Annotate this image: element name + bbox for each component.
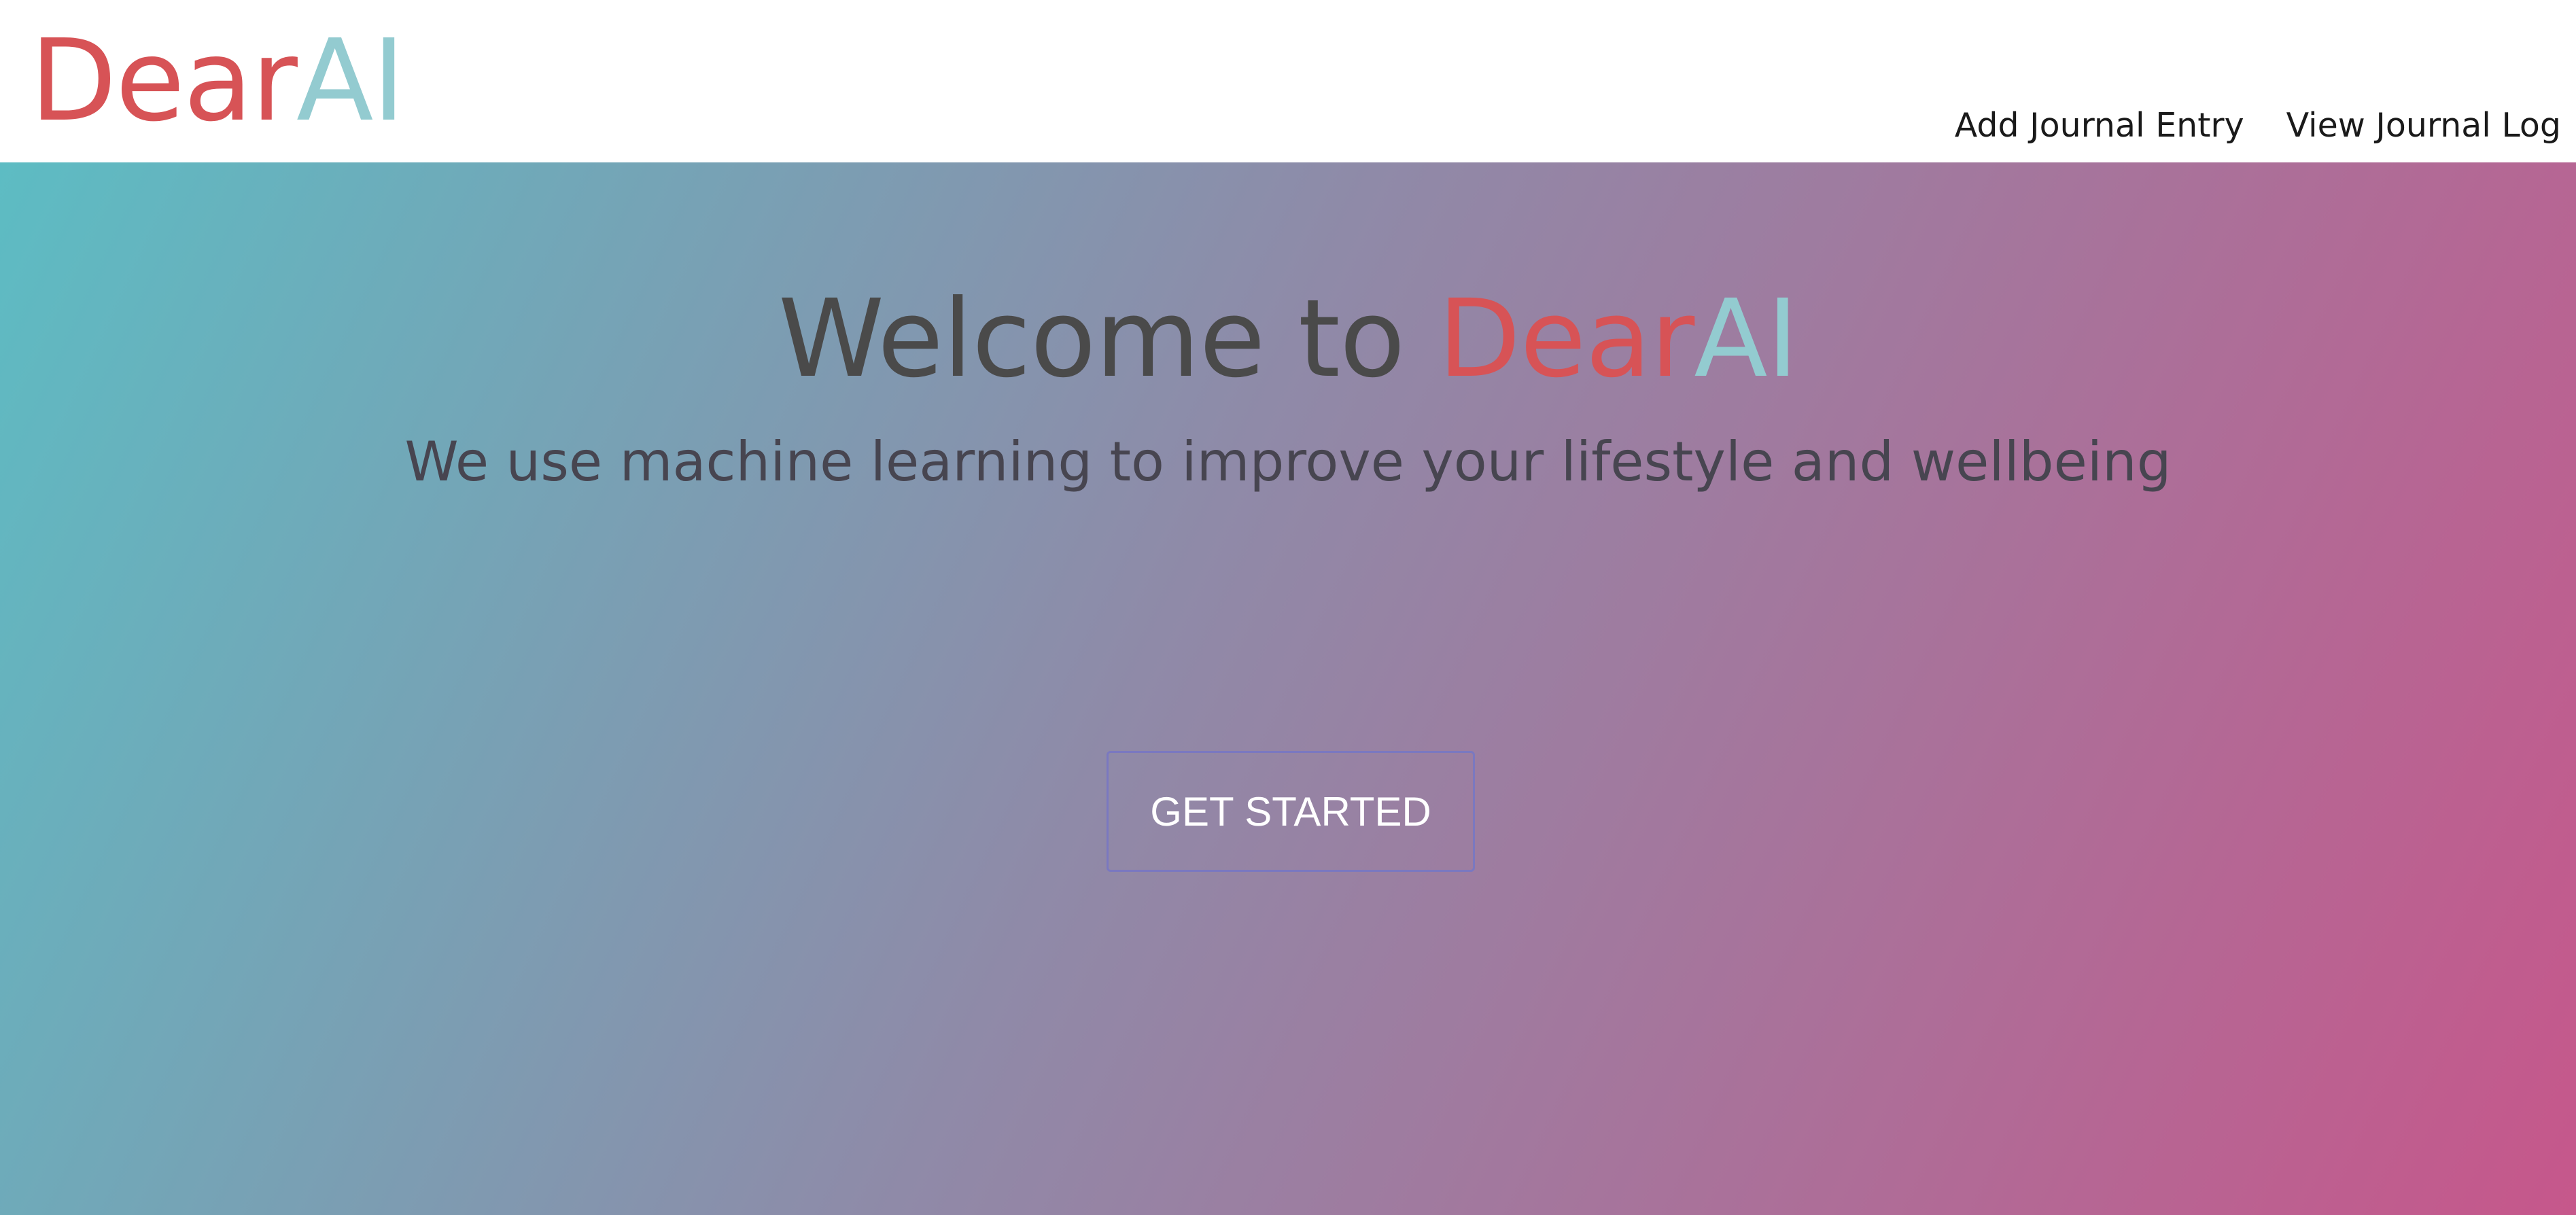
brand-logo[interactable]: DearAI: [30, 14, 406, 149]
nav-view-journal-log[interactable]: View Journal Log: [2286, 102, 2561, 149]
hero-title-prefix: Welcome to: [778, 277, 1438, 402]
logo-text-dear: Dear: [30, 16, 298, 147]
hero-title-brand-ai: AI: [1694, 277, 1798, 402]
nav-add-journal-entry[interactable]: Add Journal Entry: [1955, 102, 2244, 149]
main-nav: Add Journal Entry View Journal Log: [1955, 102, 2561, 149]
top-header: DearAI Add Journal Entry View Journal Lo…: [0, 0, 2576, 162]
logo-text-ai: AI: [296, 16, 406, 147]
hero-title-brand-dear: Dear: [1438, 277, 1695, 402]
page: DearAI Add Journal Entry View Journal Lo…: [0, 0, 2576, 1215]
hero-subtitle: We use machine learning to improve your …: [404, 430, 2172, 493]
hero-section: Welcome to DearAI We use machine learnin…: [0, 162, 2576, 1215]
hero-title: Welcome to DearAI: [0, 271, 2576, 407]
get-started-button[interactable]: GET STARTED: [1107, 751, 1475, 872]
